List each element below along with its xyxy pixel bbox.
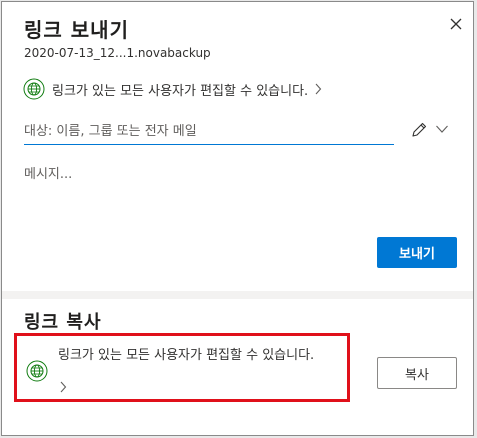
recipients-input[interactable]	[24, 123, 394, 139]
globe-icon	[23, 78, 45, 100]
chevron-right-icon	[315, 83, 322, 95]
globe-icon	[26, 360, 48, 382]
link-permission-text: 링크가 있는 모든 사용자가 편집할 수 있습니다.	[52, 83, 309, 99]
chevron-right-icon[interactable]	[59, 381, 67, 393]
section-divider	[2, 291, 473, 299]
recipients-field	[24, 118, 394, 145]
send-link-title: 링크 보내기	[24, 18, 129, 42]
close-icon[interactable]	[446, 14, 466, 34]
copy-link-permission-text[interactable]: 링크가 있는 모든 사용자가 편집할 수 있습니다.	[58, 348, 348, 363]
message-input[interactable]: 메시지...	[24, 163, 444, 213]
copy-link-title: 링크 복사	[24, 312, 102, 333]
link-permission-setting[interactable]: 링크가 있는 모든 사용자가 편집할 수 있습니다.	[23, 78, 322, 100]
send-link-panel: 링크 보내기 2020-07-13_12...1.novabackup 링크가 …	[2, 2, 473, 292]
copy-button[interactable]: 복사	[377, 357, 457, 389]
copy-link-panel: 링크 복사 링크가 있는 모든 사용자가 편집할 수 있습니다. 복사	[2, 299, 473, 435]
pencil-icon[interactable]	[410, 121, 428, 139]
send-button[interactable]: 보내기	[377, 237, 457, 268]
share-dialog: 링크 보내기 2020-07-13_12...1.novabackup 링크가 …	[1, 1, 474, 436]
chevron-down-icon[interactable]	[435, 124, 449, 134]
file-name: 2020-07-13_12...1.novabackup	[24, 46, 211, 60]
